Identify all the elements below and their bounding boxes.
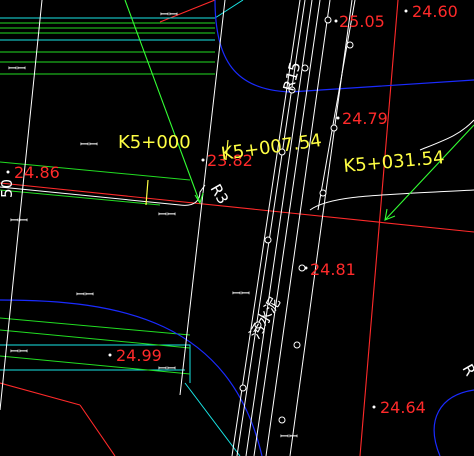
station-labels: K5+000 K5+007.54 K5+031.54 xyxy=(118,130,445,177)
station-k5-000: K5+000 xyxy=(118,132,191,153)
svg-text:ꟷꟷ: ꟷꟷ xyxy=(80,138,98,151)
elev-24-81: 24.81 xyxy=(310,260,356,279)
elevation-dots xyxy=(6,9,408,409)
green-lines xyxy=(0,22,215,375)
side-label-left: 50 xyxy=(0,179,16,198)
elev-24-99: 24.99 xyxy=(116,346,162,365)
svg-text:ꟷꟷ: ꟷꟷ xyxy=(10,214,28,227)
cad-drawing: ꟷꟷ ꟷꟷ ꟷꟷ ꟷꟷ ꟷꟷ ꟷꟷ ꟷꟷ ꟷꟷ ꟷꟷ ꟷꟷ 25.05 24.6… xyxy=(0,0,474,456)
svg-text:ꟷꟷ: ꟷꟷ xyxy=(280,430,298,443)
elev-24-60: 24.60 xyxy=(412,2,458,21)
red-road-centerline xyxy=(0,182,474,233)
cad-drawing-canvas[interactable]: ꟷꟷ ꟷꟷ ꟷꟷ ꟷꟷ ꟷꟷ ꟷꟷ ꟷꟷ ꟷꟷ ꟷꟷ ꟷꟷ 25.05 24.6… xyxy=(0,0,474,456)
radius-r3: R3 xyxy=(207,181,233,207)
svg-text:ꟷꟷ: ꟷꟷ xyxy=(232,287,250,300)
svg-text:ꟷꟷ: ꟷꟷ xyxy=(10,345,28,358)
white-curb-return xyxy=(0,184,206,206)
white-lines xyxy=(0,0,474,456)
radius-r15: R15 xyxy=(279,60,304,93)
svg-text:ꟷꟷ: ꟷꟷ xyxy=(160,8,178,21)
red-boundary-lines xyxy=(0,0,474,456)
blue-curves xyxy=(0,0,474,456)
elev-24-64: 24.64 xyxy=(380,398,426,417)
red-lower-left-1 xyxy=(0,382,81,406)
svg-text:ꟷꟷ: ꟷꟷ xyxy=(8,62,26,75)
elev-24-79: 24.79 xyxy=(342,109,388,128)
red-vertical-right xyxy=(359,0,399,456)
svg-text:ꟷꟷ: ꟷꟷ xyxy=(158,208,176,221)
white-road-6 xyxy=(317,0,356,211)
side-label-right: R xyxy=(459,361,474,379)
svg-text:ꟷꟷ: ꟷꟷ xyxy=(76,288,94,301)
elev-24-86: 24.86 xyxy=(14,163,60,182)
cyan-diag-top xyxy=(214,0,244,19)
red-lower-left-2 xyxy=(79,404,116,456)
leader-k5-031 xyxy=(384,124,474,221)
white-right-top xyxy=(419,119,474,151)
curve-annotations: R3 R15 污水泥 50 R xyxy=(0,60,474,379)
elevation-labels: 25.05 24.60 24.79 23.82 24.86 24.81 24.9… xyxy=(14,2,458,417)
leader-k5-000 xyxy=(124,0,201,204)
cyan-lines xyxy=(0,0,244,456)
blue-curve-right xyxy=(433,389,474,456)
pipe-label: 污水泥 xyxy=(246,294,284,342)
cyan-diag-bottom xyxy=(184,382,241,456)
ground-symbols: ꟷꟷ ꟷꟷ ꟷꟷ ꟷꟷ ꟷꟷ ꟷꟷ ꟷꟷ ꟷꟷ ꟷꟷ ꟷꟷ xyxy=(8,8,298,443)
white-right-curb xyxy=(309,189,474,211)
elev-25-05: 25.05 xyxy=(339,12,385,31)
